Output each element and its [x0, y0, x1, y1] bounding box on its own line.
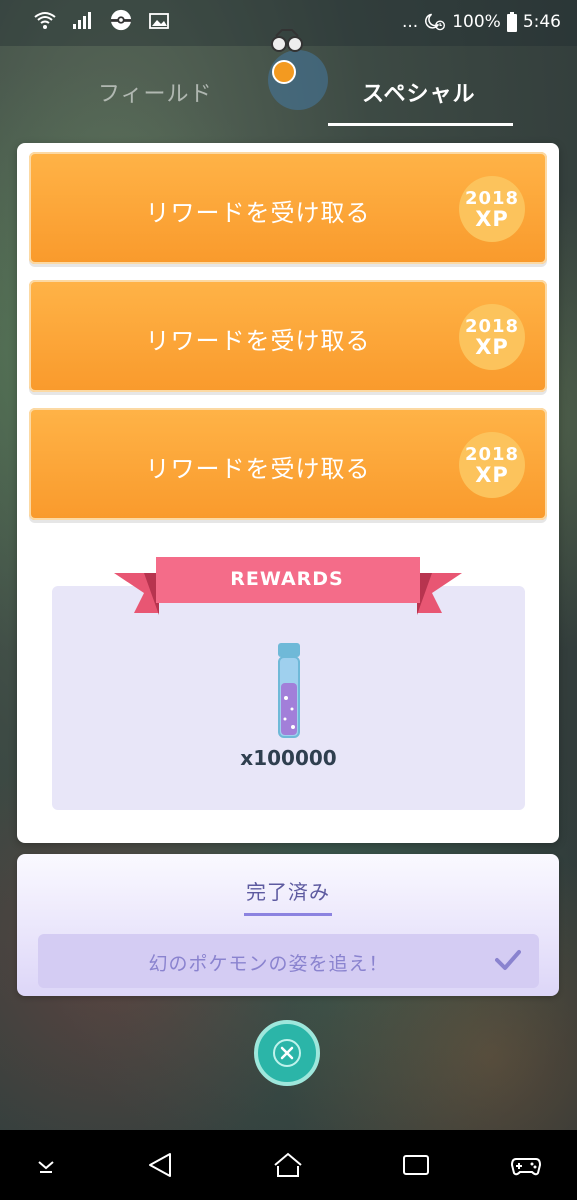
claim-reward-label: リワードを受け取る [145, 455, 371, 483]
completed-title[interactable]: 完了済み [17, 876, 559, 905]
claim-reward-button[interactable]: リワードを受け取る 2018 XP [29, 408, 547, 520]
claim-reward-label: リワードを受け取る [145, 199, 371, 227]
completed-underline [244, 913, 332, 916]
back-icon[interactable] [144, 1150, 176, 1180]
xp-value: 2018 [464, 316, 520, 337]
game-controller-icon[interactable] [510, 1150, 542, 1180]
gallery-icon [148, 10, 170, 30]
close-button[interactable] [254, 1020, 320, 1086]
task-label: 幻のポケモンの姿を追え！ [148, 953, 389, 975]
xp-value: 2018 [464, 444, 520, 465]
system-nav-bar [0, 1130, 577, 1200]
home-icon[interactable] [272, 1150, 304, 1180]
pokeball-icon [110, 9, 132, 31]
xp-badge: 2018 XP [459, 432, 525, 498]
down-chevron-icon[interactable] [30, 1150, 62, 1180]
claim-reward-button[interactable]: リワードを受け取る 2018 XP [29, 152, 547, 264]
check-icon [495, 950, 521, 970]
tab-field[interactable]: フィールド [98, 76, 213, 108]
close-icon [273, 1039, 301, 1067]
tab-special[interactable]: スペシャル [362, 76, 475, 108]
battery-icon [506, 12, 517, 32]
clock-time: 5:46 [522, 12, 561, 32]
completed-task-row[interactable]: 幻のポケモンの姿を追え！ [38, 934, 539, 988]
claim-reward-label: リワードを受け取る [145, 327, 371, 355]
reward-quantity: x100000 [240, 746, 337, 770]
xp-unit: XP [475, 463, 509, 487]
special-research-card: リワードを受け取る 2018 XP リワードを受け取る 2018 XP リワード… [17, 143, 559, 843]
claim-reward-button[interactable]: リワードを受け取る 2018 XP [29, 280, 547, 392]
recents-icon[interactable] [400, 1150, 432, 1180]
wifi-icon [34, 10, 56, 30]
xp-unit: XP [475, 335, 509, 359]
xp-unit: XP [475, 207, 509, 231]
status-dots: ... [401, 12, 419, 32]
xp-badge: 2018 XP [459, 176, 525, 242]
signal-icon [72, 10, 94, 30]
xp-value: 2018 [464, 188, 520, 209]
tab-bar: フィールド スペシャル [0, 29, 577, 130]
notification-dot [272, 60, 296, 84]
rewards-title: REWARDS [230, 568, 344, 590]
xp-badge: 2018 XP [459, 304, 525, 370]
moon-alarm-icon [424, 12, 446, 32]
binoculars-icon [271, 29, 303, 52]
battery-percent: 100% [452, 12, 501, 32]
stardust-bottle-icon [278, 643, 300, 738]
active-tab-underline [328, 123, 513, 126]
completed-card: 完了済み 幻のポケモンの姿を追え！ [17, 854, 559, 996]
